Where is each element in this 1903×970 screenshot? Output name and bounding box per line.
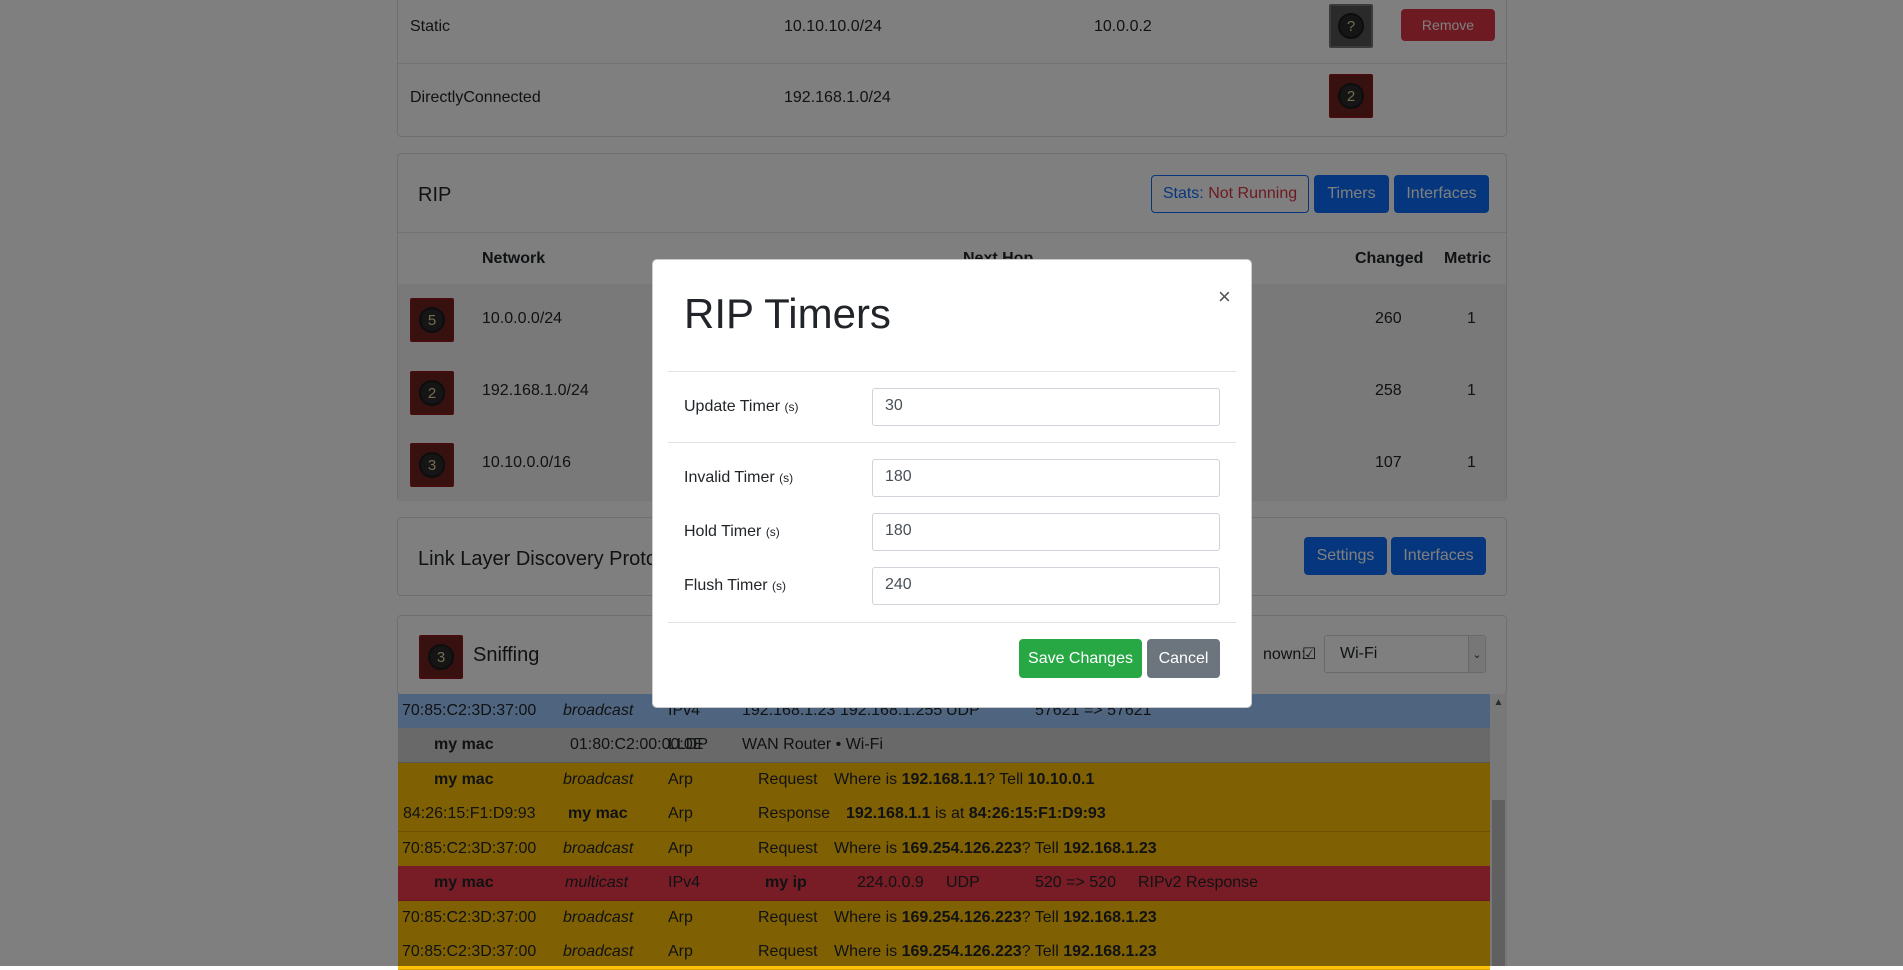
invalid-timer-input[interactable]: 180 xyxy=(872,459,1220,497)
flush-timer-input[interactable]: 240 xyxy=(872,567,1220,605)
label-text: Flush Timer xyxy=(684,577,768,594)
save-changes-button[interactable]: Save Changes xyxy=(1019,639,1142,678)
divider xyxy=(668,371,1236,372)
hold-timer-label: Hold Timer (s) xyxy=(684,523,780,541)
update-timer-label: Update Timer (s) xyxy=(684,398,799,416)
cancel-button[interactable]: Cancel xyxy=(1147,639,1220,678)
flush-timer-label: Flush Timer (s) xyxy=(684,577,786,595)
label-text: Update Timer xyxy=(684,398,781,415)
divider xyxy=(668,442,1236,443)
unit: (s) xyxy=(772,579,787,593)
update-timer-input[interactable]: 30 xyxy=(872,388,1220,426)
unit: (s) xyxy=(779,471,794,485)
close-icon[interactable]: × xyxy=(1218,284,1231,310)
label-text: Invalid Timer xyxy=(684,469,775,486)
rip-timers-modal: RIP Timers × Update Timer (s) 30 Invalid… xyxy=(652,259,1252,708)
invalid-timer-label: Invalid Timer (s) xyxy=(684,469,793,487)
divider xyxy=(668,622,1236,623)
modal-title: RIP Timers xyxy=(684,290,891,337)
unit: (s) xyxy=(765,525,780,539)
unit: (s) xyxy=(784,400,799,414)
hold-timer-input[interactable]: 180 xyxy=(872,513,1220,551)
label-text: Hold Timer xyxy=(684,523,762,540)
